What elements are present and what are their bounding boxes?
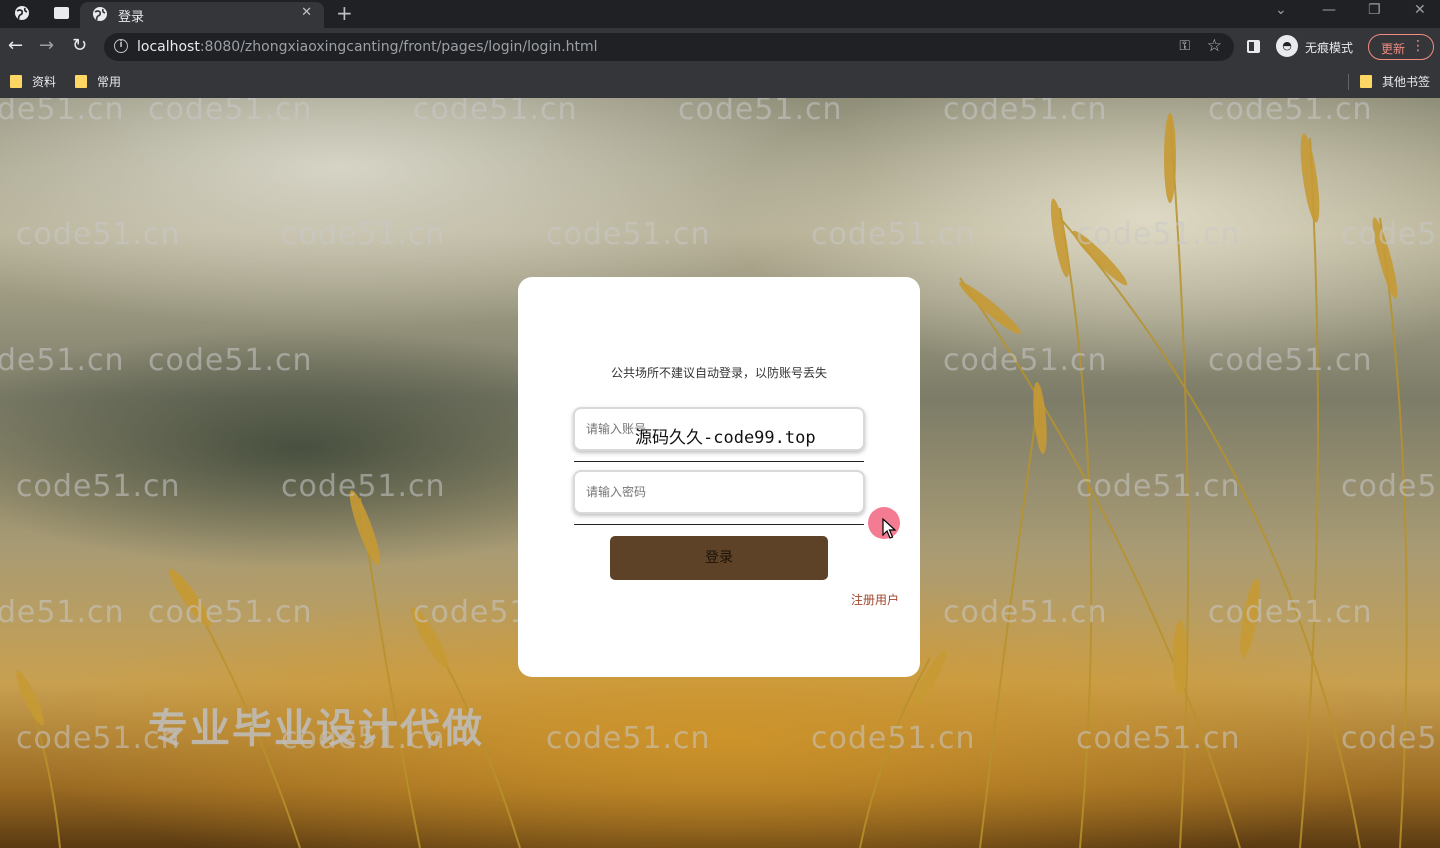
tab-strip: 登录 ✕ + ⌄ — ❐ ✕ xyxy=(0,0,1440,28)
watermark-text: code51.cn xyxy=(678,98,843,127)
login-card: 公共场所不建议自动登录，以防账号丢失 源码久久-code99.top 登录 注册… xyxy=(518,277,920,677)
watermark-text: code51.cn xyxy=(811,721,976,756)
watermark-text: code51.cn xyxy=(1208,595,1373,630)
watermark-text: code51.cn xyxy=(413,98,578,127)
tab-search-icon[interactable] xyxy=(54,7,69,19)
more-menu-icon: ⋮ xyxy=(1411,38,1425,54)
login-button[interactable]: 登录 xyxy=(610,536,828,580)
star-icon[interactable]: ☆ xyxy=(1207,36,1222,56)
watermark-text: code51.cn xyxy=(943,98,1108,127)
chevron-down-icon[interactable]: ⌄ xyxy=(1275,2,1287,18)
register-link[interactable]: 注册用户 xyxy=(851,591,899,608)
tab-login[interactable]: 登录 ✕ xyxy=(80,2,324,28)
back-icon[interactable]: ← xyxy=(8,36,23,56)
site-info-icon[interactable]: i xyxy=(114,39,128,53)
url-text[interactable]: localhost:8080/zhongxiaoxingcanting/fron… xyxy=(137,39,598,55)
forward-icon[interactable]: → xyxy=(39,36,54,56)
restore-icon[interactable]: ❐ xyxy=(1368,2,1381,18)
watermark-text: code51.cn xyxy=(16,469,181,504)
watermark-text: code51.cn xyxy=(943,595,1108,630)
incognito-label[interactable]: 无痕模式 xyxy=(1305,39,1353,56)
address-bar[interactable]: i localhost:8080/zhongxiaoxingcanting/fr… xyxy=(104,33,1234,61)
folder-icon xyxy=(75,75,87,88)
watermark-text: code51.cn xyxy=(16,217,181,252)
favicon-globe-icon xyxy=(93,7,107,21)
update-button[interactable]: 更新 ⋮ xyxy=(1368,34,1434,60)
watermark-text: code51.cn xyxy=(0,98,125,127)
account-underline xyxy=(574,461,864,462)
overlay-watermark: 源码久久-code99.top xyxy=(635,428,816,448)
watermark-text: code51.cn xyxy=(281,217,446,252)
watermark-text: code51.cn xyxy=(1076,469,1241,504)
watermark-text: code51.cn xyxy=(1208,98,1373,127)
watermark-text: code51.cn xyxy=(148,595,313,630)
new-tab-icon[interactable]: + xyxy=(336,1,353,25)
folder-icon xyxy=(10,75,22,88)
watermark-text: code51.cn xyxy=(0,595,125,630)
incognito-icon[interactable]: ◓ xyxy=(1276,35,1298,57)
close-window-icon[interactable]: ✕ xyxy=(1414,2,1426,18)
cursor-icon xyxy=(882,518,896,539)
key-icon[interactable]: ⚿ xyxy=(1179,38,1190,54)
watermark-text: code51.cn xyxy=(546,217,711,252)
browser-toolbar: ← → ↻ i localhost:8080/zhongxiaoxingcant… xyxy=(0,28,1440,66)
watermark-text: code51.cn xyxy=(943,343,1108,378)
watermark-text: code51.cn xyxy=(1341,469,1440,504)
bookmarks-bar: 资料 常用 其他书签 xyxy=(0,66,1440,98)
tab-title: 登录 xyxy=(118,10,145,25)
bookmark-separator xyxy=(1348,74,1349,90)
close-tab-icon[interactable]: ✕ xyxy=(301,5,312,20)
login-notice: 公共场所不建议自动登录，以防账号丢失 xyxy=(610,366,827,380)
watermark-text: code51.cn xyxy=(1341,721,1440,756)
watermark-text: code51.cn xyxy=(0,343,125,378)
password-underline xyxy=(574,524,864,525)
globe-icon[interactable] xyxy=(14,5,30,21)
page-background: code51.cn code51.cn code51.cn code51.cn … xyxy=(0,98,1440,848)
reload-icon[interactable]: ↻ xyxy=(72,36,87,56)
watermark-text: code51.cn xyxy=(546,721,711,756)
update-label: 更新 xyxy=(1381,42,1406,56)
minimize-icon[interactable]: — xyxy=(1322,2,1336,18)
slogan-text: 专业毕业设计代做 xyxy=(148,706,484,752)
watermark-text: code51.cn xyxy=(148,98,313,127)
watermark-text: code51.cn xyxy=(1341,217,1440,252)
watermark-text: code51.cn xyxy=(1208,343,1373,378)
watermark-text: code51.cn xyxy=(811,217,976,252)
watermark-text: code51.cn xyxy=(281,469,446,504)
folder-icon xyxy=(1360,75,1372,88)
password-input[interactable] xyxy=(573,470,865,514)
watermark-text: code51.cn xyxy=(1076,721,1241,756)
watermark-text: code51.cn xyxy=(1076,217,1241,252)
side-panel-icon[interactable] xyxy=(1247,40,1260,53)
watermark-text: code51.cn xyxy=(148,343,313,378)
